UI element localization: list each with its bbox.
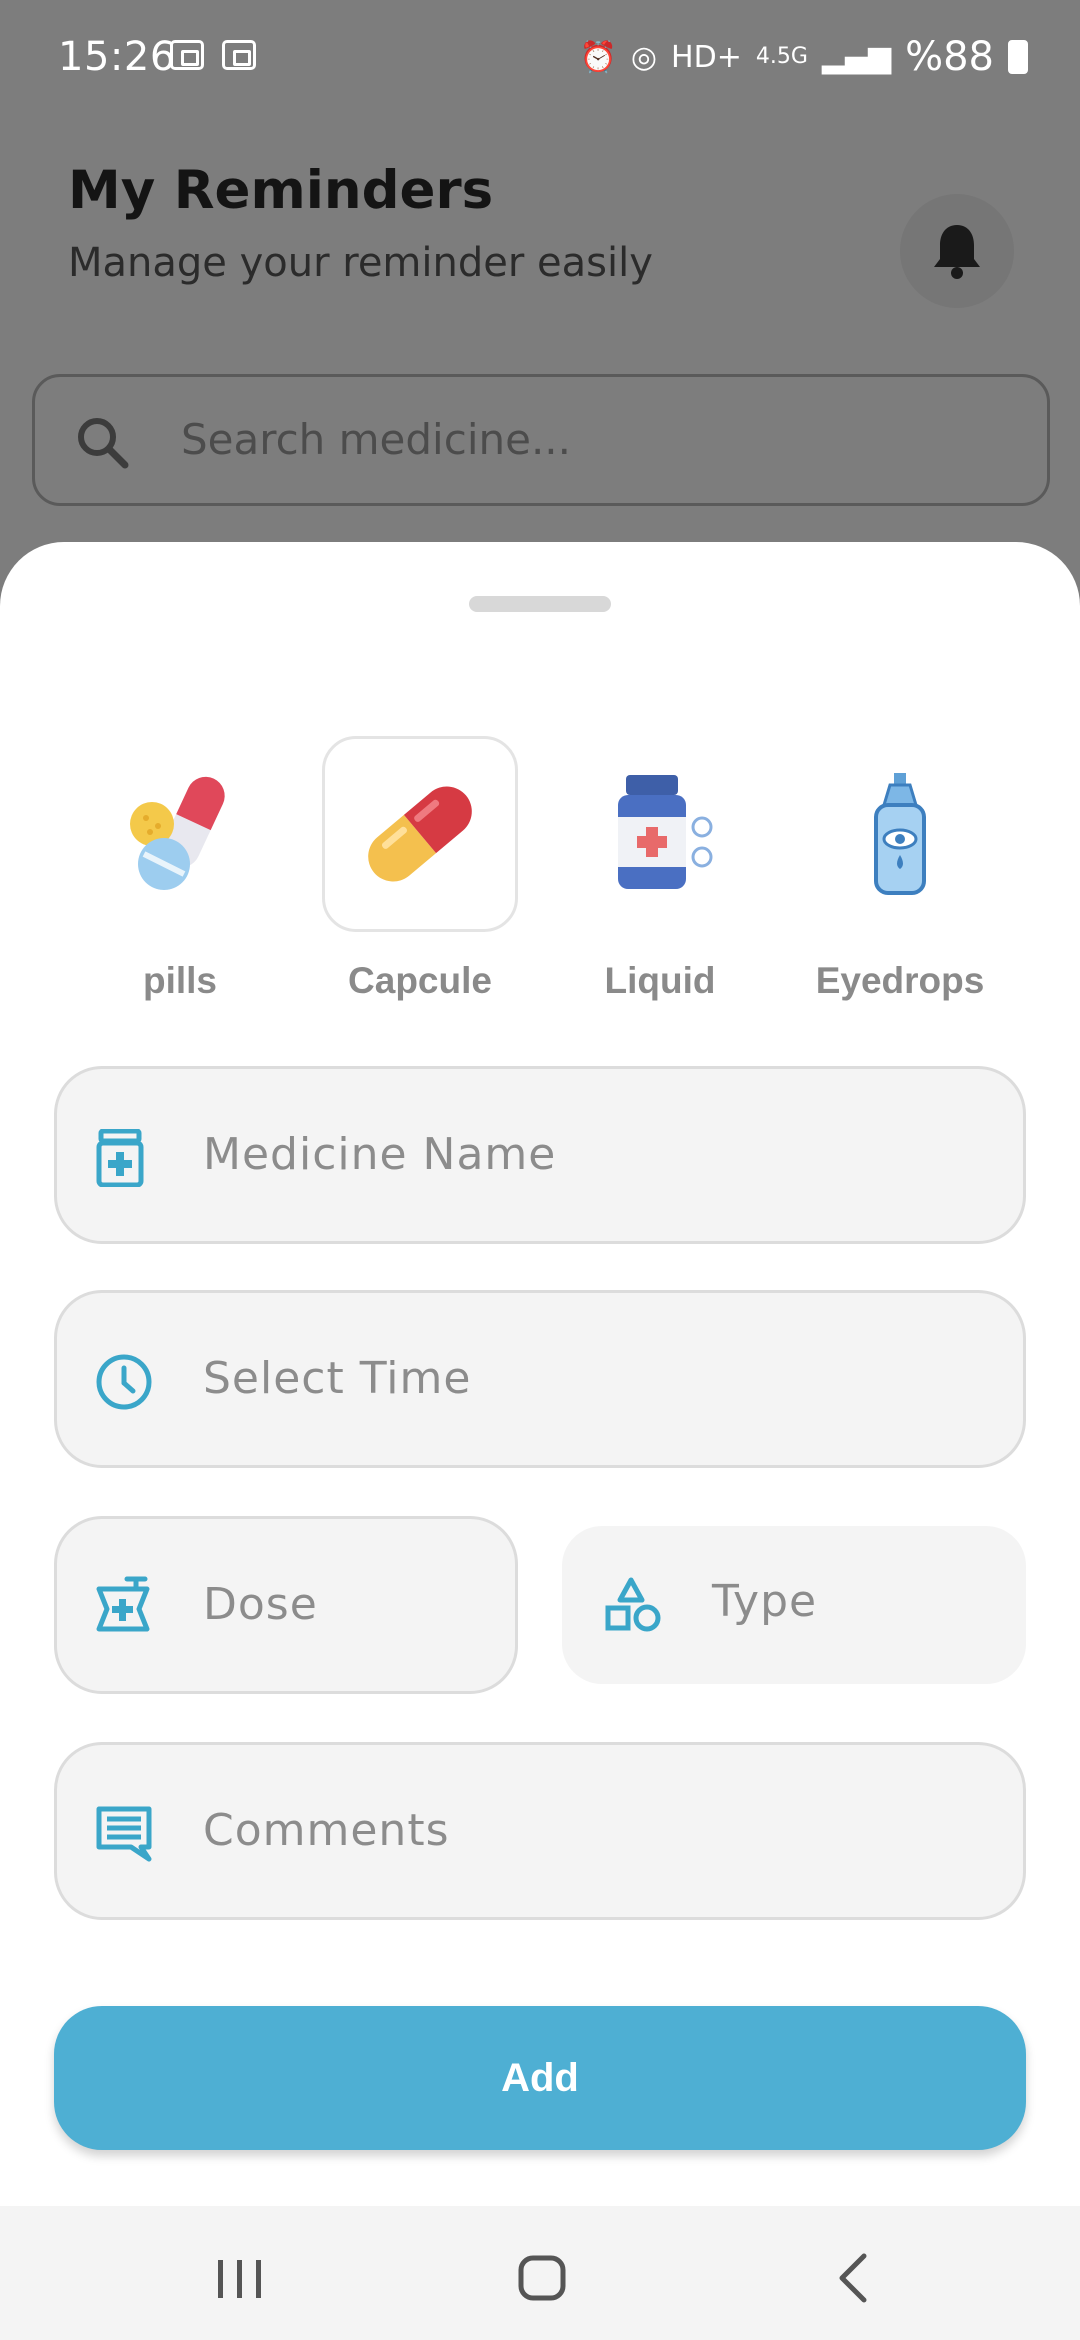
clock-icon xyxy=(96,1354,152,1410)
drag-handle[interactable] xyxy=(469,596,611,612)
search-placeholder: Search medicine... xyxy=(181,415,571,464)
network-type: 4.5G xyxy=(755,44,808,69)
search-icon xyxy=(78,418,129,469)
search-input[interactable]: Search medicine... xyxy=(32,374,1050,506)
page-title: My Reminders xyxy=(68,160,494,221)
type-tile xyxy=(562,736,758,932)
type-tile xyxy=(82,736,278,932)
pills-icon xyxy=(130,776,225,890)
hotspot-icon: ◎ xyxy=(630,39,658,75)
add-button[interactable]: Add xyxy=(54,2006,1026,2150)
select-time-placeholder: Select Time xyxy=(203,1353,472,1404)
dose-field[interactable]: Dose xyxy=(54,1516,518,1694)
screenshot-icon xyxy=(170,40,204,70)
comments-field[interactable]: Comments xyxy=(54,1742,1026,1920)
type-tile xyxy=(802,736,998,932)
liquid-bottle-icon xyxy=(618,775,713,889)
type-label: Capcule xyxy=(348,960,492,1001)
dose-icon xyxy=(96,1576,150,1632)
type-option-pills[interactable]: pills xyxy=(80,736,280,1002)
recent-apps-icon[interactable] xyxy=(214,2246,266,2306)
eyedrops-icon xyxy=(874,773,926,895)
type-field[interactable]: Type xyxy=(562,1526,1026,1684)
screenshot-notification-icons xyxy=(170,40,256,70)
select-time-field[interactable]: Select Time xyxy=(54,1290,1026,1468)
medicine-name-field[interactable]: Medicine Name xyxy=(54,1066,1026,1244)
signal-icon: ▂▄▆ xyxy=(821,39,892,75)
type-placeholder: Type xyxy=(712,1576,818,1627)
shapes-icon xyxy=(605,1577,661,1632)
type-option-eyedrops[interactable]: Eyedrops xyxy=(800,736,1000,1002)
medicine-name-placeholder: Medicine Name xyxy=(203,1129,557,1180)
status-right: ⏰ ◎ HD+ 4.5G ▂▄▆ %88 xyxy=(579,34,1028,80)
capsule-icon xyxy=(368,786,472,882)
status-time: 15:26 xyxy=(58,34,176,80)
comment-icon xyxy=(96,1806,152,1862)
type-option-liquid[interactable]: Liquid xyxy=(560,736,760,1002)
add-reminder-sheet: pills Capcule Liquid Eyedrops Medicine N… xyxy=(0,542,1080,2206)
status-bar: 15:26 ⏰ ◎ HD+ 4.5G ▂▄▆ %88 xyxy=(0,0,1080,120)
system-nav-bar xyxy=(0,2206,1080,2340)
home-icon[interactable] xyxy=(516,2246,568,2306)
type-label: pills xyxy=(142,960,218,1001)
comments-placeholder: Comments xyxy=(203,1805,450,1856)
type-label: Liquid xyxy=(604,960,716,1001)
type-option-capsule[interactable]: Capcule xyxy=(320,736,520,1002)
type-tile-selected xyxy=(322,736,518,932)
medicine-box-icon xyxy=(96,1129,144,1187)
medicine-type-selector: pills Capcule Liquid Eyedrops xyxy=(0,736,1080,1016)
screenshot-icon xyxy=(222,40,256,70)
bell-icon xyxy=(934,225,980,279)
dose-placeholder: Dose xyxy=(203,1579,318,1630)
battery-text: %88 xyxy=(905,34,994,80)
alarm-icon: ⏰ xyxy=(579,39,617,75)
network-label: HD+ xyxy=(671,39,742,75)
battery-icon xyxy=(1008,40,1028,74)
type-label: Eyedrops xyxy=(815,960,985,1001)
page-subtitle: Manage your reminder easily xyxy=(68,240,653,286)
notifications-button[interactable] xyxy=(900,194,1014,308)
back-icon[interactable] xyxy=(826,2246,878,2306)
